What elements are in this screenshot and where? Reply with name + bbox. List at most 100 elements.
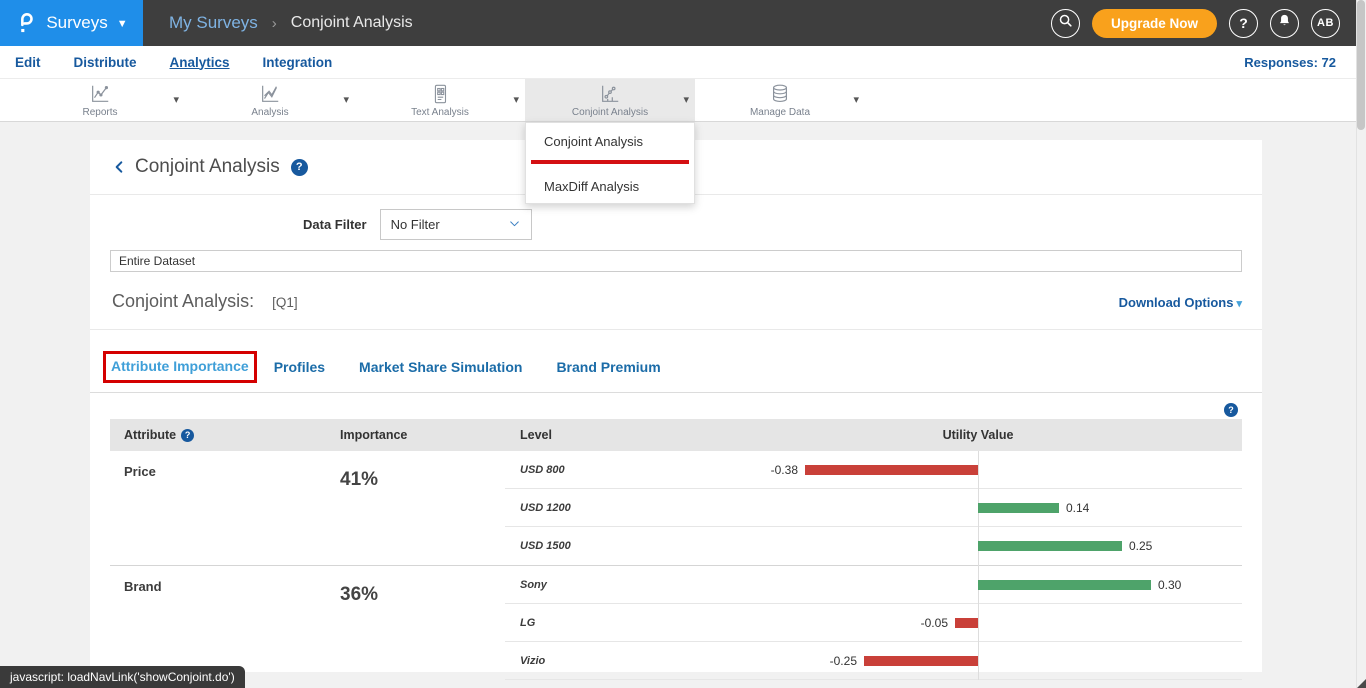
level-rows: Sony 0.30 LG -0.05 Vizio -0.25: [505, 566, 1242, 680]
manage-data-dropdown-caret[interactable]: ▾: [853, 93, 859, 106]
help-button[interactable]: ?: [1229, 9, 1258, 38]
utility-value-label: 0.30: [1158, 578, 1181, 592]
conjoint-analysis-panel: Conjoint Analysis ? Data Filter No Filte…: [90, 140, 1262, 672]
line-chart-icon: [88, 83, 112, 105]
tabs-underline: [90, 392, 1262, 393]
database-icon: [768, 83, 792, 105]
table-body: Price 41% USD 800 -0.38 USD 1200 0.14: [110, 451, 1242, 680]
toolbar-label: Analysis: [251, 107, 288, 118]
utility-bar: [978, 503, 1059, 513]
tab-profiles[interactable]: Profiles: [274, 359, 325, 375]
attribute-help-icon[interactable]: ?: [181, 429, 194, 442]
annotation-red-underline: [531, 160, 689, 164]
level-label: Vizio: [520, 655, 545, 667]
level-row-lg: LG -0.05: [505, 604, 1242, 642]
data-filter-select[interactable]: No Filter: [380, 209, 532, 240]
level-label: Sony: [520, 579, 547, 591]
utility-value-label: 0.14: [1066, 501, 1089, 515]
toolbar-label: Text Analysis: [411, 107, 469, 118]
tab-attribute-importance[interactable]: Attribute Importance: [111, 358, 249, 374]
utility-bar: [978, 541, 1122, 551]
upgrade-now-button[interactable]: Upgrade Now: [1092, 9, 1217, 38]
level-row-vizio: Vizio -0.25: [505, 642, 1242, 680]
text-analysis-dropdown-caret[interactable]: ▾: [513, 93, 519, 106]
chevron-down-icon: ▼: [117, 18, 128, 30]
section-divider: [90, 329, 1262, 330]
reports-dropdown-caret[interactable]: ▾: [173, 93, 179, 106]
nav-item-analytics[interactable]: Analytics: [170, 55, 230, 70]
nav-item-distribute[interactable]: Distribute: [74, 55, 137, 70]
utility-bar: [805, 465, 978, 475]
level-label: LG: [520, 617, 535, 629]
search-icon: [1058, 13, 1073, 33]
analytics-toolbar: Reports ▾ Analysis ▾ Text Analysis: [0, 79, 1356, 122]
breadcrumb-my-surveys[interactable]: My Surveys: [169, 13, 258, 33]
scrollbar-thumb[interactable]: [1357, 0, 1365, 130]
level-label: USD 800: [520, 464, 565, 476]
column-header-utility-value: Utility Value: [908, 428, 1048, 442]
utility-value-label: -0.38: [771, 463, 798, 477]
utility-bar: [955, 618, 978, 628]
data-filter-value: No Filter: [391, 217, 440, 232]
bell-icon: [1277, 13, 1292, 33]
utility-bar: [864, 656, 978, 666]
tab-market-share-simulation[interactable]: Market Share Simulation: [359, 359, 522, 375]
title-help-icon[interactable]: ?: [291, 159, 308, 176]
attribute-name: Price: [110, 451, 330, 565]
table-header: Attribute ? Importance Level Utility Val…: [110, 419, 1242, 451]
nav-item-integration[interactable]: Integration: [263, 55, 333, 70]
table-row: Brand 36% Sony 0.30 LG -0.05: [110, 566, 1242, 680]
trend-chart-icon: [258, 83, 282, 105]
table-help-icon[interactable]: ?: [1224, 403, 1238, 417]
conjoint-dropdown-caret[interactable]: ▾: [683, 93, 689, 106]
tab-brand-premium[interactable]: Brand Premium: [556, 359, 660, 375]
toolbar-item-conjoint-analysis[interactable]: Conjoint Analysis ▾: [525, 79, 695, 121]
survey-nav: Edit Distribute Analytics Integration Re…: [0, 46, 1356, 79]
search-button[interactable]: [1051, 9, 1080, 38]
level-row-usd-1200: USD 1200 0.14: [505, 489, 1242, 527]
download-options-button[interactable]: Download Options▾: [1119, 295, 1242, 310]
notifications-button[interactable]: [1270, 9, 1299, 38]
level-row-sony: Sony 0.30: [505, 566, 1242, 604]
menu-item-maxdiff-analysis[interactable]: MaxDiff Analysis: [526, 168, 694, 203]
analysis-tabs: Attribute Importance Profiles Market Sha…: [103, 351, 1242, 383]
analysis-heading: Conjoint Analysis:: [112, 291, 254, 312]
back-button[interactable]: [112, 159, 126, 175]
breadcrumb-separator-icon: ›: [272, 15, 277, 32]
vertical-scrollbar[interactable]: [1356, 0, 1366, 688]
menu-item-conjoint-analysis[interactable]: Conjoint Analysis: [526, 123, 694, 158]
toolbar-item-text-analysis[interactable]: Text Analysis ▾: [355, 79, 525, 121]
utility-value-label: -0.05: [921, 616, 948, 630]
analysis-question-ref: [Q1]: [272, 295, 298, 310]
dataset-field[interactable]: [110, 250, 1242, 272]
utility-value-label: -0.25: [830, 654, 857, 668]
level-label: USD 1200: [520, 502, 571, 514]
page-title: Conjoint Analysis: [135, 156, 280, 178]
data-filter-row: Data Filter No Filter: [90, 209, 1262, 240]
topbar-actions: Upgrade Now ? AB: [1051, 9, 1340, 38]
column-header-attribute: Attribute ?: [110, 428, 330, 442]
importance-value: 36%: [330, 566, 505, 680]
conjoint-dropdown-menu: Conjoint Analysis MaxDiff Analysis: [525, 122, 695, 204]
avatar[interactable]: AB: [1311, 9, 1340, 38]
analysis-heading-row: Conjoint Analysis: [Q1] Download Options…: [112, 291, 1242, 312]
column-header-level: Level: [505, 428, 552, 442]
app-window: Surveys ▼ My Surveys › Conjoint Analysis…: [0, 0, 1366, 688]
table-help-row: ?: [90, 400, 1238, 414]
toolbar-item-reports[interactable]: Reports ▾: [15, 79, 185, 121]
chevron-down-icon: ▾: [1236, 298, 1242, 310]
nav-item-edit[interactable]: Edit: [15, 55, 41, 70]
analysis-dropdown-caret[interactable]: ▾: [343, 93, 349, 106]
toolbar-label: Reports: [82, 107, 117, 118]
breadcrumb: My Surveys › Conjoint Analysis: [169, 13, 413, 33]
level-label: USD 1500: [520, 540, 571, 552]
table-row: Price 41% USD 800 -0.38 USD 1200 0.14: [110, 451, 1242, 566]
text-report-icon: [428, 83, 452, 105]
toolbar-item-manage-data[interactable]: Manage Data ▾: [695, 79, 865, 121]
level-rows: USD 800 -0.38 USD 1200 0.14 USD 1500: [505, 451, 1242, 565]
proprofs-surveys-menu[interactable]: Surveys ▼: [0, 0, 143, 46]
annotation-red-box: Attribute Importance: [103, 351, 257, 383]
responses-count: Responses: 72: [1244, 55, 1336, 70]
toolbar-label: Conjoint Analysis: [572, 107, 648, 118]
toolbar-item-analysis[interactable]: Analysis ▾: [185, 79, 355, 121]
